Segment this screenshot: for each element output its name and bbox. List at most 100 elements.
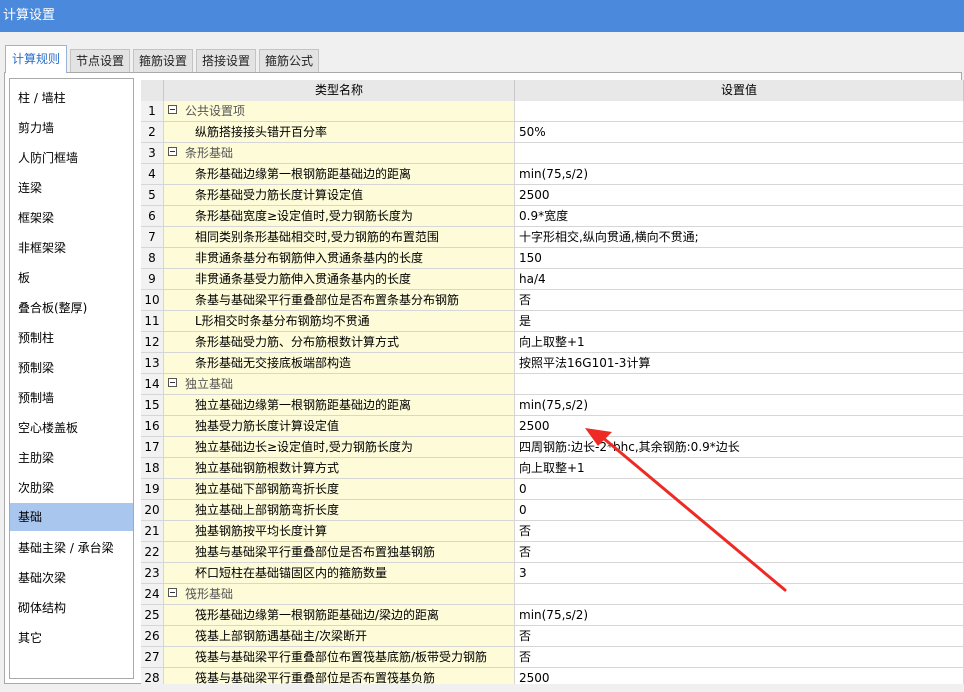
table-row[interactable]: 20 独立基础上部钢筋弯折长度 0 [141,500,964,521]
table-row[interactable]: 25 筏形基础边缘第一根钢筋距基础边/梁边的距离 min(75,s/2) [141,605,964,626]
tab-node-settings[interactable]: 节点设置 [70,49,130,72]
setting-name-cell: 筏基与基础梁平行重叠部位是否布置筏基负筋 [164,668,515,684]
sidebar-item-civil-defense-door-frame-wall[interactable]: 人防门框墙 [10,144,133,172]
setting-value-cell[interactable]: ha/4 [515,269,964,290]
group-name-cell: 筏形基础 [164,584,515,605]
sidebar-item-secondary-rib-beam[interactable]: 次肋梁 [10,474,133,502]
table-row[interactable]: 27 筏基与基础梁平行重叠部位布置筏基底筋/板带受力钢筋 否 [141,647,964,668]
settings-grid: 类型名称 设置值 1 公共设置项 2 纵筋搭接接头错开百分率 50% 3 条形基… [141,80,964,684]
setting-value-cell[interactable]: 否 [515,521,964,542]
sidebar-item-column-wall-column[interactable]: 柱 / 墙柱 [10,84,133,112]
table-row[interactable]: 22 独基与基础梁平行重叠部位是否布置独基钢筋 否 [141,542,964,563]
setting-value-cell[interactable]: 向上取整+1 [515,332,964,353]
table-row[interactable]: 19 独立基础下部钢筋弯折长度 0 [141,479,964,500]
setting-value-cell[interactable]: 0.9*宽度 [515,206,964,227]
column-header-type-name[interactable]: 类型名称 [164,80,515,101]
row-number: 21 [141,521,164,542]
setting-value-cell[interactable]: min(75,s/2) [515,164,964,185]
setting-value-cell[interactable]: 否 [515,647,964,668]
table-row[interactable]: 4 条形基础边缘第一根钢筋距基础边的距离 min(75,s/2) [141,164,964,185]
setting-name-cell: 非贯通条基受力筋伸入贯通条基内的长度 [164,269,515,290]
table-row[interactable]: 7 相同类别条形基础相交时,受力钢筋的布置范围 十字形相交,纵向贯通,横向不贯通… [141,227,964,248]
collapse-toggle-icon[interactable] [168,105,177,114]
row-number: 19 [141,479,164,500]
table-row[interactable]: 8 非贯通条基分布钢筋伸入贯通条基内的长度 150 [141,248,964,269]
sidebar-item-slab[interactable]: 板 [10,264,133,292]
setting-value-cell[interactable]: 2500 [515,668,964,684]
setting-value-cell[interactable]: 是 [515,311,964,332]
setting-name-cell: 条形基础边缘第一根钢筋距基础边的距离 [164,164,515,185]
tab-stirrup-settings[interactable]: 箍筋设置 [133,49,193,72]
collapse-toggle-icon[interactable] [168,147,177,156]
setting-value-cell[interactable]: 2500 [515,185,964,206]
tab-calc-rules[interactable]: 计算规则 [5,45,67,73]
table-row[interactable]: 2 纵筋搭接接头错开百分率 50% [141,122,964,143]
row-number: 16 [141,416,164,437]
row-number: 4 [141,164,164,185]
group-row-isolated-foundation[interactable]: 14 独立基础 [141,374,964,395]
setting-value-cell[interactable]: 否 [515,626,964,647]
setting-name-cell: 纵筋搭接接头错开百分率 [164,122,515,143]
setting-value-cell[interactable]: 150 [515,248,964,269]
table-row[interactable]: 28 筏基与基础梁平行重叠部位是否布置筏基负筋 2500 [141,668,964,684]
table-row[interactable]: 16 独基受力筋长度计算设定值 2500 [141,416,964,437]
sidebar-item-coupling-beam[interactable]: 连梁 [10,174,133,202]
tab-bar: 计算规则 节点设置 箍筋设置 搭接设置 箍筋公式 [0,44,964,73]
sidebar-item-precast-wall[interactable]: 预制墙 [10,384,133,412]
setting-value-cell[interactable]: 2500 [515,416,964,437]
sidebar-item-shear-wall[interactable]: 剪力墙 [10,114,133,142]
collapse-toggle-icon[interactable] [168,588,177,597]
group-row-common-settings[interactable]: 1 公共设置项 [141,101,964,122]
table-row[interactable]: 18 独立基础钢筋根数计算方式 向上取整+1 [141,458,964,479]
setting-value-cell[interactable]: 按照平法16G101-3计算 [515,353,964,374]
setting-value-cell[interactable]: 50% [515,122,964,143]
value-cell [515,584,964,605]
sidebar-item-foundation[interactable]: 基础 [10,503,133,531]
setting-name-cell: 条形基础宽度≥设定值时,受力钢筋长度为 [164,206,515,227]
table-row[interactable]: 17 独立基础边长≥设定值时,受力钢筋长度为 四周钢筋:边长-2*bhc,其余钢… [141,437,964,458]
table-row[interactable]: 12 条形基础受力筋、分布筋根数计算方式 向上取整+1 [141,332,964,353]
table-row[interactable]: 5 条形基础受力筋长度计算设定值 2500 [141,185,964,206]
setting-name-cell: 筏形基础边缘第一根钢筋距基础边/梁边的距离 [164,605,515,626]
setting-value-cell[interactable]: 否 [515,290,964,311]
sidebar-item-composite-slab[interactable]: 叠合板(整厚) [10,294,133,322]
row-number: 6 [141,206,164,227]
table-row[interactable]: 26 筏基上部钢筋遇基础主/次梁断开 否 [141,626,964,647]
sidebar-item-precast-beam[interactable]: 预制梁 [10,354,133,382]
setting-value-cell[interactable]: 四周钢筋:边长-2*bhc,其余钢筋:0.9*边长 [515,437,964,458]
sidebar-item-foundation-secondary-beam[interactable]: 基础次梁 [10,564,133,592]
tab-stirrup-formula[interactable]: 箍筋公式 [259,49,319,72]
table-row[interactable]: 23 杯口短柱在基础锚固区内的箍筋数量 3 [141,563,964,584]
setting-value-cell[interactable]: 否 [515,542,964,563]
setting-name-cell: L形相交时条基分布钢筋均不贯通 [164,311,515,332]
setting-value-cell[interactable]: 3 [515,563,964,584]
group-row-raft-foundation[interactable]: 24 筏形基础 [141,584,964,605]
group-name-cell: 条形基础 [164,143,515,164]
setting-value-cell[interactable]: 0 [515,500,964,521]
sidebar-item-foundation-main-beam[interactable]: 基础主梁 / 承台梁 [10,534,133,562]
sidebar-item-masonry-structure[interactable]: 砌体结构 [10,594,133,622]
sidebar-item-other[interactable]: 其它 [10,624,133,652]
setting-name-cell: 独立基础边缘第一根钢筋距基础边的距离 [164,395,515,416]
sidebar-item-main-rib-beam[interactable]: 主肋梁 [10,444,133,472]
tab-lap-settings[interactable]: 搭接设置 [196,49,256,72]
group-row-strip-foundation[interactable]: 3 条形基础 [141,143,964,164]
sidebar-item-precast-column[interactable]: 预制柱 [10,324,133,352]
table-row[interactable]: 15 独立基础边缘第一根钢筋距基础边的距离 min(75,s/2) [141,395,964,416]
setting-value-cell[interactable]: 向上取整+1 [515,458,964,479]
setting-value-cell[interactable]: min(75,s/2) [515,395,964,416]
sidebar-item-frame-beam[interactable]: 框架梁 [10,204,133,232]
table-row[interactable]: 10 条基与基础梁平行重叠部位是否布置条基分布钢筋 否 [141,290,964,311]
table-row[interactable]: 13 条形基础无交接底板端部构造 按照平法16G101-3计算 [141,353,964,374]
table-row[interactable]: 9 非贯通条基受力筋伸入贯通条基内的长度 ha/4 [141,269,964,290]
table-row[interactable]: 21 独基钢筋按平均长度计算 否 [141,521,964,542]
collapse-toggle-icon[interactable] [168,378,177,387]
table-row[interactable]: 6 条形基础宽度≥设定值时,受力钢筋长度为 0.9*宽度 [141,206,964,227]
column-header-setting-value[interactable]: 设置值 [515,80,964,101]
table-row[interactable]: 11 L形相交时条基分布钢筋均不贯通 是 [141,311,964,332]
setting-value-cell[interactable]: min(75,s/2) [515,605,964,626]
setting-value-cell[interactable]: 十字形相交,纵向贯通,横向不贯通; [515,227,964,248]
sidebar-item-hollow-floor-slab[interactable]: 空心楼盖板 [10,414,133,442]
sidebar-item-non-frame-beam[interactable]: 非框架梁 [10,234,133,262]
setting-value-cell[interactable]: 0 [515,479,964,500]
